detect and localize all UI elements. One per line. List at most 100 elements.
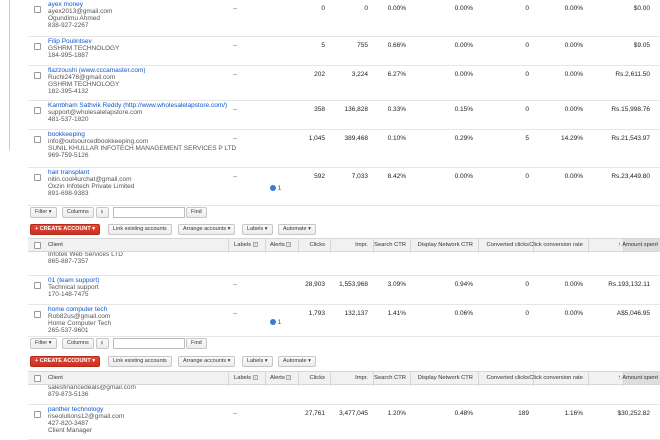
client-name-link[interactable]: Kambham Sathvik Reddy (http://www.wholes… [48, 102, 227, 109]
cell-clicks: 5 [321, 42, 325, 49]
help-icon[interactable]: ? [252, 375, 258, 380]
columns-button[interactable]: Columns [62, 207, 94, 218]
client-cell: home computer tech Rob82us@gmail.com Home … [48, 306, 111, 334]
client-detail: Rob82us@gmail.com [48, 313, 111, 320]
link-accounts-button[interactable]: Link existing accounts [108, 356, 172, 367]
cell-dnctr: 0.48% [454, 410, 473, 417]
client-name-link[interactable]: hair transplant [48, 169, 134, 176]
header-client-label: Client [48, 242, 63, 248]
alert-indicator[interactable]: 1 [270, 185, 281, 192]
row-checkbox[interactable] [34, 6, 41, 13]
header-clicks[interactable]: Clicks [310, 375, 325, 381]
cell-clicks: 27,761 [305, 410, 325, 417]
download-button[interactable]: ⭳ [96, 207, 109, 218]
client-detail: Ogundimu Ahmed [48, 15, 101, 22]
cell-dnctr: 0.06% [454, 310, 473, 317]
cell-conv: 0 [525, 71, 529, 78]
cell-clicks: 0 [321, 5, 325, 12]
search-input[interactable] [113, 207, 185, 218]
row-checkbox[interactable] [34, 136, 41, 143]
automate-button[interactable]: Automate ▾ [278, 224, 316, 235]
column-divider [330, 239, 331, 253]
search-input[interactable] [113, 338, 185, 349]
filter-button[interactable]: Filter ▾ [30, 207, 57, 218]
header-clicks[interactable]: Clicks [310, 242, 325, 248]
client-detail: GSHRM TECHNOLOGY [48, 81, 120, 88]
help-icon[interactable]: ? [286, 375, 292, 380]
client-name-link[interactable]: 01 (team support) [48, 277, 99, 284]
row-checkbox[interactable] [34, 43, 41, 50]
find-button[interactable]: Find [186, 338, 207, 349]
client-name-link[interactable]: ayex money [48, 1, 112, 8]
labels-button[interactable]: Labels ▾ [242, 224, 273, 235]
arrange-accounts-button[interactable]: Arrange accounts ▾ [178, 224, 236, 235]
columns-button[interactable]: Columns [62, 338, 94, 349]
header-impr[interactable]: Impr. [355, 242, 368, 248]
download-button[interactable]: ⭳ [96, 338, 109, 349]
client-detail: Oxzin Infotech Private Limited [48, 183, 135, 190]
header-dnctr[interactable]: Display Network CTR [418, 375, 473, 381]
find-button[interactable]: Find [186, 207, 207, 218]
arrange-accounts-button[interactable]: Arrange accounts ▾ [178, 356, 236, 367]
row-checkbox[interactable] [34, 311, 41, 318]
alert-indicator[interactable]: 1 [270, 319, 281, 326]
labels-cell: -- [233, 310, 238, 317]
header-impr[interactable]: Impr. [355, 375, 368, 381]
client-name-link[interactable]: panther technology [48, 406, 124, 413]
automate-button[interactable]: Automate ▾ [278, 356, 316, 367]
header-alerts[interactable]: Alerts ? [270, 375, 292, 381]
cell-dnctr: 0.15% [454, 106, 473, 113]
client-name-link[interactable]: Filip Poulintsev [48, 38, 119, 45]
client-cell: ayex money ayex2013@gmail.com Ogundimu Ahm… [48, 1, 112, 29]
select-all-checkbox[interactable] [34, 242, 41, 249]
header-conv[interactable]: Converted clicks [486, 242, 529, 248]
row-checkbox[interactable] [34, 107, 41, 114]
cell-conv: 0 [525, 310, 529, 317]
cell-spent: Rs.21,543.97 [611, 135, 650, 142]
create-account-button[interactable]: + CREATE ACCOUNT ▾ [30, 224, 101, 235]
cell-impr: 0 [364, 5, 368, 12]
header-alerts-label: Alerts [270, 242, 285, 249]
client-detail: Client Manager [48, 427, 93, 434]
cell-convrate: 14.29% [560, 135, 583, 142]
column-divider [298, 239, 299, 253]
header-labels[interactable]: Labels ? [234, 375, 258, 381]
client-cell: Filip Poulintsev GSHRM TECHNOLOGY 184-995-… [48, 38, 119, 59]
table-header: Client Labels ? Alerts ? Clicks Impr. Search … [28, 238, 660, 253]
row-checkbox[interactable] [34, 282, 41, 289]
client-detail: support@wholesalelapstore.com [48, 109, 143, 116]
labels-button[interactable]: Labels ▾ [242, 356, 273, 367]
cell-impr: 755 [357, 42, 368, 49]
client-detail: 184-995-1887 [48, 52, 89, 59]
header-dnctr[interactable]: Display Network CTR [418, 242, 473, 248]
labels-cell: -- [233, 135, 238, 142]
header-labels[interactable]: Labels ? [234, 242, 258, 248]
create-account-button[interactable]: + CREATE ACCOUNT ▾ [30, 356, 101, 367]
cell-convrate: 0.00% [564, 71, 583, 78]
client-name-link[interactable]: flazzoushi (www.cccamaster.com) [48, 67, 146, 74]
header-ctr[interactable]: Search CTR [374, 375, 406, 381]
header-client[interactable]: Client [48, 242, 63, 248]
row-checkbox[interactable] [34, 411, 41, 418]
header-alerts[interactable]: Alerts ? [270, 242, 292, 249]
client-name-link[interactable]: home computer tech [48, 306, 111, 313]
header-spent[interactable]: ↑ Amount spent [618, 242, 658, 248]
select-all-checkbox[interactable] [34, 375, 41, 382]
client-cell: hair transplant nitin.cool4urchat@gmail.c… [48, 169, 134, 197]
header-conv[interactable]: Converted clicks [486, 375, 529, 381]
help-icon[interactable]: ? [252, 242, 258, 247]
cell-ctr: 0.66% [387, 42, 406, 49]
header-ctr[interactable]: Search CTR [374, 242, 406, 248]
client-name-link[interactable]: bookkeeping [48, 131, 236, 138]
header-client[interactable]: Client [48, 375, 63, 381]
filter-button[interactable]: Filter ▾ [30, 338, 57, 349]
header-convrate[interactable]: Click conversion rate [529, 242, 583, 248]
row-checkbox[interactable] [34, 72, 41, 79]
row-checkbox[interactable] [34, 174, 41, 181]
cell-clicks: 1,045 [308, 135, 325, 142]
help-icon[interactable]: ? [286, 242, 292, 247]
table-row: ayex money ayex2013@gmail.com Ogundimu Ahm… [28, 0, 660, 37]
link-accounts-button[interactable]: Link existing accounts [108, 224, 172, 235]
header-convrate[interactable]: Click conversion rate [529, 375, 583, 381]
header-spent[interactable]: ↑ Amount spent [618, 375, 658, 381]
